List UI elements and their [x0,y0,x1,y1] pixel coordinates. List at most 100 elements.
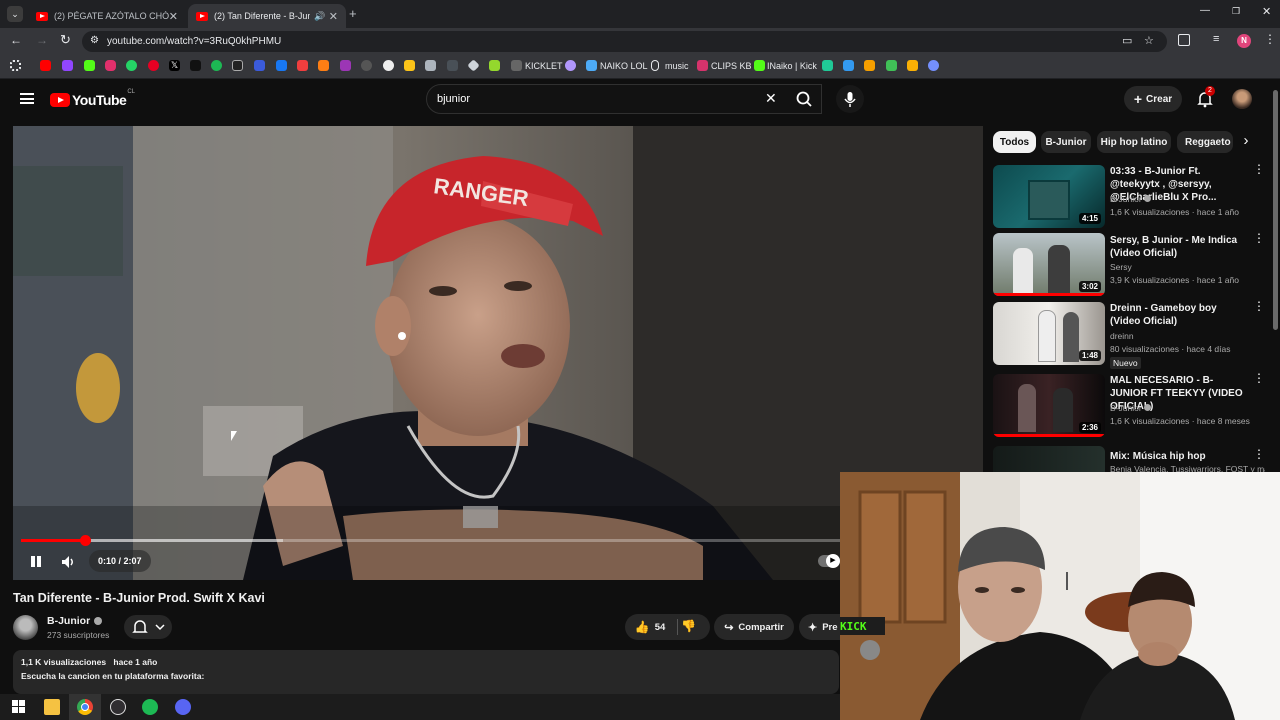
bookmark-whatsapp-icon[interactable] [126,60,137,71]
create-button[interactable]: + Crear [1124,86,1182,112]
chip-b-junior[interactable]: B-Junior [1041,131,1091,153]
volume-button[interactable] [60,554,76,575]
like-button[interactable]: 👍 54 [625,614,675,640]
bookmark-clips-kb[interactable]: CLIPS KB [711,61,752,71]
more-options-icon[interactable]: ⋮ [1253,372,1265,390]
media-control-icon[interactable]: ≡ [1213,33,1219,45]
bookmark-naiko-lol-icon[interactable] [586,60,597,71]
cast-icon[interactable]: ▭ [1122,34,1132,47]
close-window-button[interactable]: ✕ [1262,5,1271,18]
bookmark-kicklet[interactable]: KICKLET [525,61,563,71]
menu-hamburger-icon[interactable] [20,93,34,104]
page-scrollbar[interactable] [1273,90,1278,330]
back-button[interactable]: ← [10,33,22,47]
bookmark-orange-icon[interactable] [318,60,329,71]
scrubber-handle[interactable] [79,535,91,546]
bookmark-music[interactable]: music [665,61,689,71]
bookmark-diamond-icon[interactable] [467,59,480,72]
bookmark-inaiko-kick[interactable]: INaiko | Kick [767,61,817,71]
bookmark-u-icon[interactable] [907,60,918,71]
video-thumbnail[interactable]: 2:36 [993,374,1105,437]
bookmark-green-icon[interactable] [489,60,500,71]
description-box[interactable]: 1,1 K visualizaciones hace 1 año Escucha… [13,650,839,694]
bookmark-tiktok-icon[interactable] [190,60,201,71]
address-bar[interactable]: ⚙ youtube.com/watch?v=3RuQ0khPHMU ▭ ☆ [82,31,1167,52]
more-options-icon[interactable]: ⋮ [1253,448,1265,466]
bookmark-bars-icon[interactable] [843,60,854,71]
autoplay-toggle[interactable]: ▶ [818,554,840,568]
video-thumbnail[interactable] [993,446,1105,472]
more-options-icon[interactable]: ⋮ [1253,300,1265,318]
bookmark-s-icon[interactable] [232,60,243,71]
close-tab-icon[interactable]: ✕ [329,10,338,23]
pause-button[interactable] [29,555,43,569]
obs-icon[interactable] [110,699,126,715]
browser-menu-icon[interactable]: ⋮ [1264,32,1276,46]
forward-button[interactable]: → [36,33,48,47]
extensions-icon[interactable] [1178,34,1190,46]
related-item[interactable]: 2:36 MAL NECESARIO - B-JUNIOR FT TEEKYY … [993,372,1265,439]
chips-next-chevron-icon[interactable]: › [1238,132,1254,152]
channel-avatar[interactable] [13,615,38,640]
close-tab-icon[interactable]: ✕ [169,10,178,23]
progress-bar[interactable] [21,535,841,546]
related-item[interactable]: Mix: Música hip hop Benja Valencia, Tuss… [993,446,1265,472]
dislike-button[interactable]: 👎 [681,619,696,633]
more-options-icon[interactable]: ⋮ [1253,163,1265,181]
search-button[interactable] [786,84,822,114]
bookmark-discord-icon[interactable] [565,60,576,71]
new-tab-button[interactable]: + [349,6,357,21]
bookmark-x-icon[interactable]: 𝕏 [169,60,180,71]
related-item[interactable]: 4:15 03:33 - B-Junior Ft. @teekyytx , @s… [993,163,1265,230]
chip-hip-hop-latino[interactable]: Hip hop latino [1097,131,1171,153]
bookmark-kick-icon[interactable] [84,60,95,71]
windows-start-icon[interactable] [11,699,27,715]
profile-avatar[interactable]: N [1237,34,1251,48]
search-input[interactable]: bjunior ✕ [426,84,822,114]
video-thumbnail[interactable]: 3:02 [993,233,1105,296]
channel-name[interactable]: B-Junior [47,615,103,627]
bookmark-pinterest-icon[interactable] [148,60,159,71]
bookmark-red-icon[interactable] [297,60,308,71]
bookmark-twitch-icon[interactable] [62,60,73,71]
more-options-icon[interactable]: ⋮ [1253,232,1265,250]
minimize-window-button[interactable]: — [1200,5,1210,16]
chip-todos[interactable]: Todos [993,131,1036,153]
bookmark-naiko-lol[interactable]: NAIKO LOL [600,61,648,71]
bookmark-chrome-icon[interactable] [383,60,394,71]
reload-button[interactable]: ↻ [60,32,71,48]
share-button[interactable]: ↪ Compartir [714,614,794,640]
bookmark-purple-icon[interactable] [340,60,351,71]
bookmark-orange2-icon[interactable] [864,60,875,71]
bookmark-instagram-icon[interactable] [105,60,116,71]
discord-icon[interactable] [175,699,191,715]
youtube-logo[interactable]: YouTube CL [50,89,135,108]
bookmark-kicklet-icon[interactable] [511,60,522,71]
bookmark-gray-icon[interactable] [447,60,458,71]
file-explorer-icon[interactable] [44,699,60,715]
tab-search-button[interactable]: ⌄ [7,6,23,22]
bookmark-youtube-icon[interactable] [40,60,51,71]
restore-window-button[interactable]: ❐ [1232,6,1240,17]
chrome-icon[interactable] [77,699,93,715]
site-info-icon[interactable]: ⚙ [90,35,99,46]
audio-playing-icon[interactable]: 🔊 [314,11,325,22]
bookmark-inaiko-icon[interactable] [754,60,765,71]
clear-search-icon[interactable]: ✕ [765,90,777,107]
bookmark-clips-icon[interactable] [697,60,708,71]
bookmark-teal-icon[interactable] [822,60,833,71]
voice-search-button[interactable] [836,85,864,113]
video-thumbnail[interactable]: 4:15 [993,165,1105,228]
bookmark-spotify-icon[interactable] [211,60,222,71]
bookmark-star-icon[interactable]: ☆ [1144,34,1154,47]
notifications-button[interactable]: 2 [1196,86,1215,108]
bookmark-green2-icon[interactable] [886,60,897,71]
subscription-bell-button[interactable] [124,615,172,639]
apps-grid-icon[interactable] [10,60,21,71]
bookmark-refresh-icon[interactable] [928,60,939,71]
account-avatar[interactable] [1232,89,1252,109]
related-item[interactable]: 3:02 Sersy, B Junior - Me Indica (Video … [993,232,1265,298]
related-item[interactable]: 1:48 Dreinn - Gameboy boy (Video Oficial… [993,300,1265,369]
bookmark-blue-icon[interactable] [276,60,287,71]
bookmark-music-icon[interactable] [651,60,659,71]
